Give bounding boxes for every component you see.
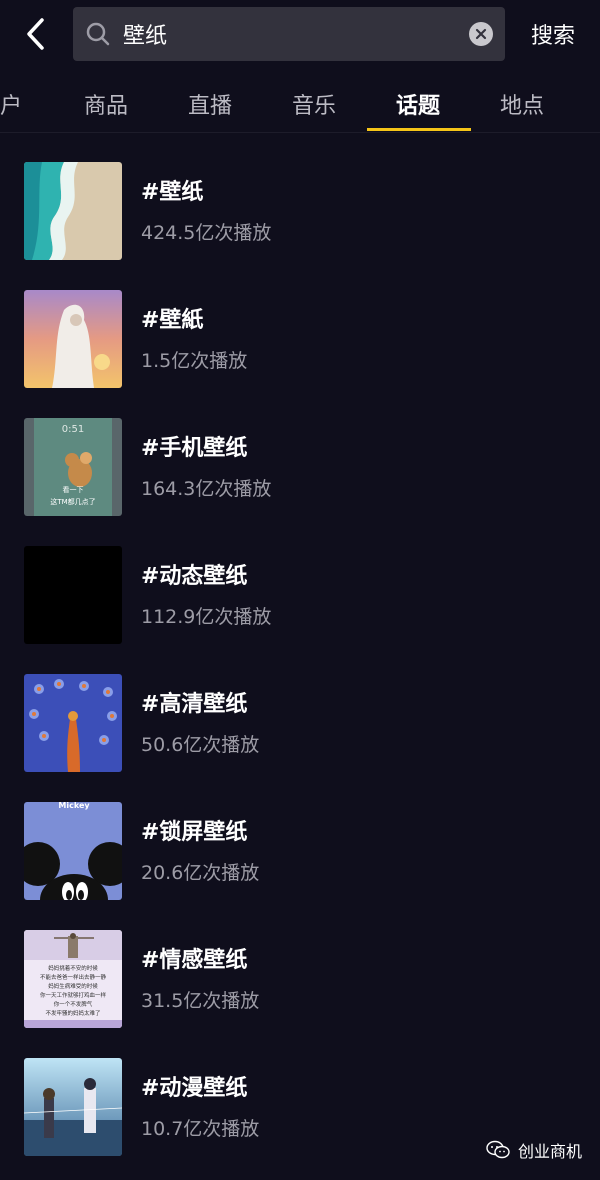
- list-item[interactable]: Mickey #锁屏壁纸 20.6亿次播放: [0, 780, 600, 900]
- topic-play-count: 50.6亿次播放: [141, 734, 260, 756]
- topic-play-count: 164.3亿次播放: [141, 478, 272, 500]
- topic-name: #动态壁纸: [141, 564, 248, 589]
- thumbnail-caption: 妈妈生病难受的时候: [48, 982, 98, 990]
- topic-play-count: 20.6亿次播放: [141, 862, 260, 884]
- topic-play-count: 1.5亿次播放: [141, 350, 248, 372]
- active-tab-indicator: [367, 128, 471, 131]
- clear-search-button[interactable]: [469, 22, 493, 46]
- topic-play-count: 10.7亿次播放: [141, 1118, 260, 1140]
- topic-thumbnail: [24, 290, 122, 388]
- thumbnail-caption: Mickey: [58, 802, 90, 810]
- list-item[interactable]: #动态壁纸 112.9亿次播放: [0, 524, 600, 644]
- tab-places[interactable]: 地点: [500, 88, 544, 120]
- watermark: 创业商机: [486, 1138, 582, 1162]
- thumbnail-caption: 妈妈挑着不安的时候: [48, 964, 98, 972]
- list-item[interactable]: #壁纸 424.5亿次播放: [0, 140, 600, 260]
- tab-music[interactable]: 音乐: [292, 88, 336, 120]
- topic-play-count: 31.5亿次播放: [141, 990, 260, 1012]
- list-item[interactable]: #动漫壁纸 10.7亿次播放: [0, 1036, 600, 1156]
- list-item[interactable]: #高清壁纸 50.6亿次播放: [0, 652, 600, 772]
- close-icon: [475, 28, 487, 40]
- thumbnail-caption: 你一个不发脾气: [54, 1000, 93, 1008]
- list-item[interactable]: 妈妈挑着不安的时候 不能去爸爸一样出去静一静 妈妈生病难受的时候 你一天工作就够…: [0, 908, 600, 1028]
- thumbnail-clock-text: 0:51: [62, 424, 84, 435]
- tab-users[interactable]: 户: [0, 88, 22, 120]
- search-icon: [86, 22, 110, 46]
- thumbnail-caption: 不能去爸爸一样出去静一静: [40, 973, 107, 981]
- category-tabs: 户 商品 直播 音乐 话题 地点: [0, 76, 600, 133]
- watermark-text: 创业商机: [518, 1142, 583, 1161]
- topic-thumbnail: [24, 1058, 122, 1156]
- top-bar: 搜索: [0, 0, 600, 70]
- search-input[interactable]: [121, 20, 469, 48]
- tab-topics[interactable]: 话题: [396, 88, 440, 120]
- topic-thumbnail: 妈妈挑着不安的时候 不能去爸爸一样出去静一静 妈妈生病难受的时候 你一天工作就够…: [24, 930, 122, 1028]
- topic-name: #壁紙: [141, 308, 204, 333]
- search-button[interactable]: 搜索: [520, 18, 586, 50]
- topic-name: #高清壁纸: [141, 692, 248, 717]
- thumbnail-caption: 你一天工作就够打鸡血一样: [40, 991, 107, 999]
- search-box[interactable]: [73, 7, 505, 61]
- topic-thumbnail: [24, 162, 122, 260]
- list-item[interactable]: #壁紙 1.5亿次播放: [0, 268, 600, 388]
- list-item[interactable]: 0:51 看一下 这TM都几点了 #手机壁纸 164.3亿次播放: [0, 396, 600, 516]
- thumbnail-caption: 不发牢骚的妈妈太难了: [45, 1009, 100, 1017]
- topic-name: #动漫壁纸: [141, 1076, 248, 1101]
- topic-name: #手机壁纸: [141, 436, 248, 461]
- topic-name: #情感壁纸: [141, 948, 248, 973]
- topic-name: #锁屏壁纸: [141, 820, 248, 845]
- topic-name: #壁纸: [141, 180, 204, 205]
- back-button[interactable]: [14, 12, 58, 56]
- topic-thumbnail: [24, 546, 122, 644]
- thumbnail-caption: 看一下: [63, 486, 84, 494]
- topic-thumbnail: 0:51 看一下 这TM都几点了: [24, 418, 122, 516]
- topic-play-count: 112.9亿次播放: [141, 606, 272, 628]
- tab-live[interactable]: 直播: [188, 88, 232, 120]
- tab-products[interactable]: 商品: [84, 88, 128, 120]
- topic-play-count: 424.5亿次播放: [141, 222, 272, 244]
- wechat-icon: [486, 1140, 510, 1159]
- thumbnail-caption: 这TM都几点了: [50, 497, 95, 506]
- chevron-left-icon: [27, 18, 44, 50]
- topic-thumbnail: Mickey: [24, 802, 122, 900]
- topic-thumbnail: [24, 674, 122, 772]
